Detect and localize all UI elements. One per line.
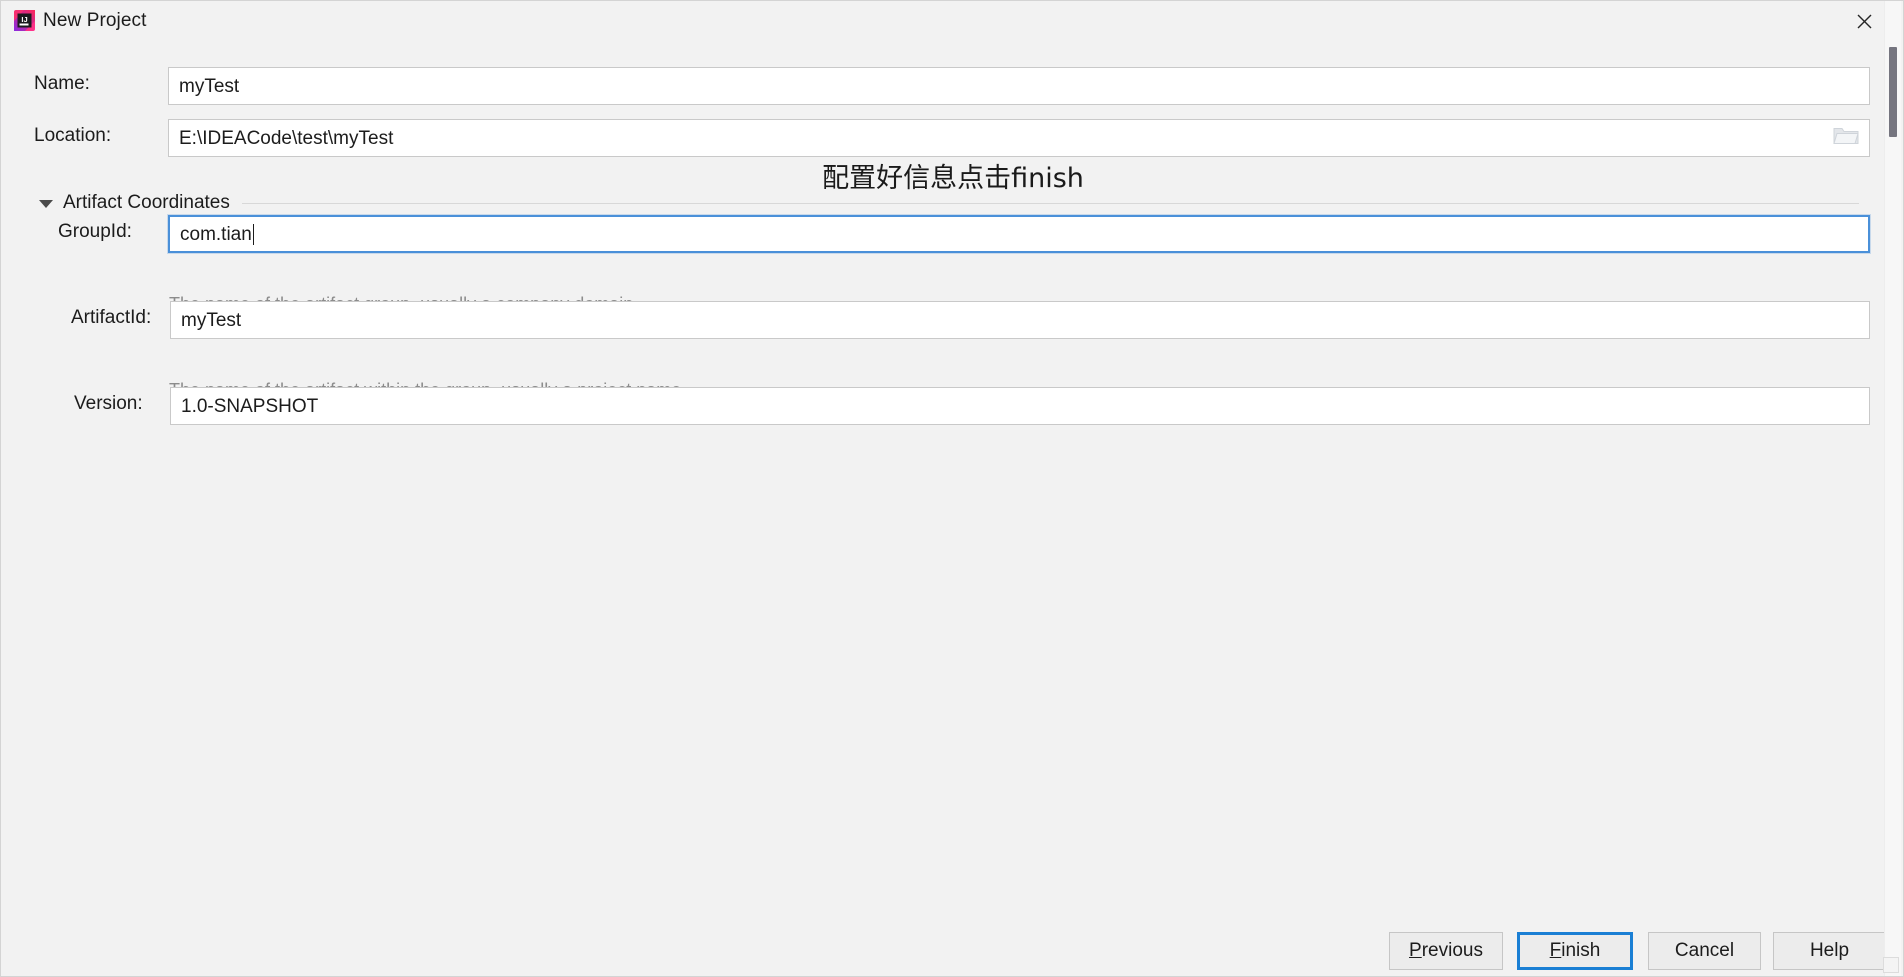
group-id-input[interactable]: com.tian — [168, 215, 1870, 253]
help-button-label: Help — [1809, 940, 1850, 961]
name-input[interactable]: myTest — [168, 67, 1870, 105]
svg-text:IJ: IJ — [21, 15, 27, 24]
text-caret — [252, 223, 254, 245]
scrollbar-thumb[interactable] — [1889, 47, 1897, 137]
name-label: Name: — [34, 73, 90, 94]
location-label: Location: — [34, 125, 112, 146]
artifact-id-input[interactable]: myTest — [170, 301, 1870, 339]
group-id-input-value: com.tian — [180, 223, 252, 245]
version-label: Version: — [74, 393, 143, 414]
finish-button-label: inish — [1561, 940, 1601, 961]
version-input[interactable]: 1.0-SNAPSHOT — [170, 387, 1870, 425]
artifact-coordinates-section-header[interactable]: Artifact Coordinates — [39, 191, 1859, 215]
folder-icon[interactable] — [1833, 125, 1859, 152]
intellij-idea-icon: IJ — [14, 10, 35, 31]
help-button[interactable]: Help — [1773, 932, 1886, 970]
title-bar: IJ New Project — [1, 1, 1903, 43]
window-title: New Project — [43, 10, 147, 31]
previous-button[interactable]: Previous — [1389, 932, 1503, 970]
group-id-label: GroupId: — [58, 221, 132, 242]
name-input-value: myTest — [179, 75, 240, 97]
artifact-id-input-value: myTest — [181, 309, 242, 331]
location-input[interactable]: E:\IDEACode\test\myTest — [168, 119, 1870, 157]
finish-button[interactable]: Finish — [1517, 932, 1633, 970]
version-input-value: 1.0-SNAPSHOT — [181, 395, 319, 417]
previous-button-mnemonic: P — [1409, 940, 1422, 961]
cancel-button-label: Cancel — [1674, 940, 1735, 961]
artifact-id-label: ArtifactId: — [71, 307, 152, 328]
section-divider — [241, 202, 1859, 204]
section-title: Artifact Coordinates — [63, 192, 230, 213]
cancel-button[interactable]: Cancel — [1648, 932, 1761, 970]
location-input-value: E:\IDEACode\test\myTest — [179, 127, 394, 149]
annotation-text: 配置好信息点击finish — [822, 163, 1084, 194]
finish-button-mnemonic: F — [1549, 940, 1562, 961]
previous-button-label: revious — [1421, 940, 1483, 961]
new-project-dialog: IJ New Project Name: myTest Location: E:… — [0, 0, 1904, 977]
triangle-down-icon[interactable] — [39, 199, 53, 208]
resize-grip[interactable] — [1883, 957, 1899, 973]
vertical-scrollbar[interactable] — [1884, 1, 1901, 976]
close-icon[interactable] — [1849, 6, 1879, 36]
